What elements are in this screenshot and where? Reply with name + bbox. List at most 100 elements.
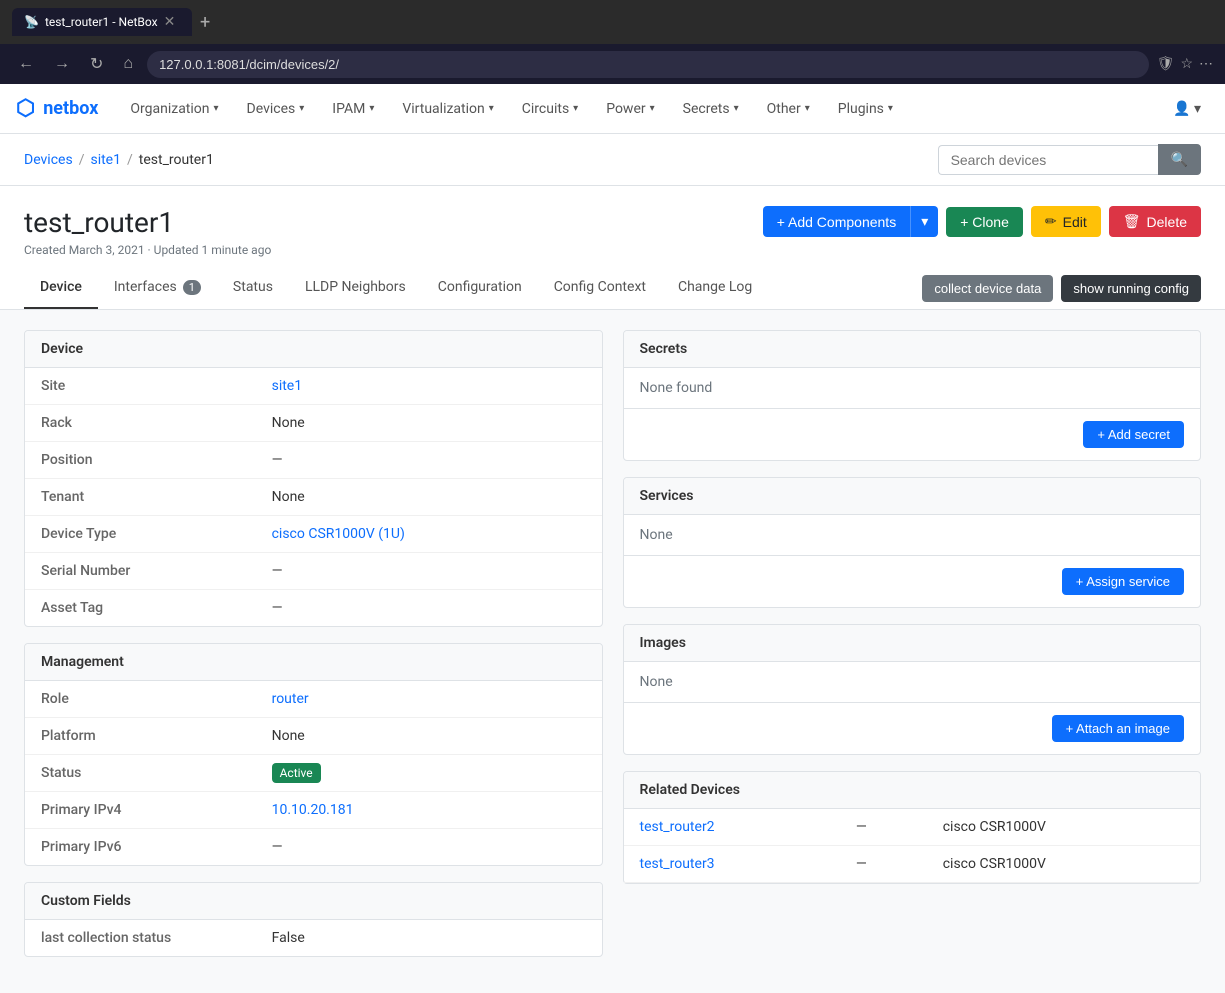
nav-circuits-link[interactable]: Circuits ▾ bbox=[510, 93, 590, 125]
browser-tab[interactable]: 📡 test_router1 - NetBox ✕ bbox=[12, 8, 192, 36]
nav-virtualization[interactable]: Virtualization ▾ bbox=[390, 93, 505, 125]
tab-device-label: Device bbox=[40, 279, 82, 295]
serial-number-label: Serial Number bbox=[25, 553, 256, 590]
tab-status[interactable]: Status bbox=[217, 267, 289, 309]
position-value: — bbox=[256, 442, 602, 479]
nav-other[interactable]: Other ▾ bbox=[755, 93, 822, 125]
add-secret-button[interactable]: + Add secret bbox=[1083, 421, 1184, 448]
forward-button[interactable]: → bbox=[48, 51, 76, 77]
right-column: Secrets None found + Add secret Services… bbox=[623, 330, 1202, 973]
tab-interfaces[interactable]: Interfaces 1 bbox=[98, 267, 217, 309]
add-components-dropdown[interactable]: ▾ bbox=[910, 206, 938, 237]
tab-lldp-label: LLDP Neighbors bbox=[305, 279, 406, 295]
nav-other-link[interactable]: Other ▾ bbox=[755, 93, 822, 125]
tab-interfaces-label: Interfaces bbox=[114, 279, 177, 295]
back-button[interactable]: ← bbox=[12, 51, 40, 77]
primary-ipv6-value: — bbox=[256, 829, 602, 866]
device-card-header: Device bbox=[25, 331, 602, 368]
show-running-config-button[interactable]: show running config bbox=[1061, 275, 1201, 302]
attach-image-button[interactable]: + Attach an image bbox=[1052, 715, 1184, 742]
address-bar[interactable] bbox=[147, 51, 1149, 78]
tab-close-button[interactable]: ✕ bbox=[164, 14, 176, 30]
edit-button[interactable]: ✏ Edit bbox=[1031, 206, 1101, 237]
nav-secrets[interactable]: Secrets ▾ bbox=[671, 93, 751, 125]
images-card-footer: + Attach an image bbox=[624, 702, 1201, 754]
nav-secrets-label: Secrets bbox=[683, 101, 730, 117]
secrets-card-body: None found bbox=[624, 368, 1201, 408]
delete-label: Delete bbox=[1147, 214, 1187, 230]
tenant-value: None bbox=[256, 479, 602, 516]
primary-ipv4-value[interactable]: 10.10.20.181 bbox=[272, 802, 354, 818]
attach-image-label: + Attach an image bbox=[1066, 721, 1170, 736]
table-row: Position — bbox=[25, 442, 602, 479]
delete-button[interactable]: 🗑 Delete bbox=[1109, 206, 1201, 237]
platform-label: Platform bbox=[25, 718, 256, 755]
table-row: Role router bbox=[25, 681, 602, 718]
site-value[interactable]: site1 bbox=[272, 378, 303, 394]
primary-ipv6-label: Primary IPv6 bbox=[25, 829, 256, 866]
related-device-2-name[interactable]: test_router3 bbox=[640, 856, 715, 872]
home-button[interactable]: ⌂ bbox=[117, 51, 139, 77]
delete-icon: 🗑 bbox=[1123, 213, 1141, 230]
breadcrumb-devices[interactable]: Devices bbox=[24, 152, 73, 168]
interfaces-badge: 1 bbox=[183, 280, 201, 295]
nav-plugins-link[interactable]: Plugins ▾ bbox=[826, 93, 905, 125]
shield-icon: 🛡 bbox=[1157, 56, 1175, 72]
nav-plugins[interactable]: Plugins ▾ bbox=[826, 93, 905, 125]
search-input[interactable] bbox=[938, 145, 1158, 175]
menu-icon[interactable]: ⋯ bbox=[1199, 56, 1213, 72]
nav-circuits[interactable]: Circuits ▾ bbox=[510, 93, 590, 125]
clone-button[interactable]: + Clone bbox=[946, 207, 1023, 237]
user-icon: 👤 ▾ bbox=[1173, 101, 1201, 117]
secrets-card-title: Secrets bbox=[640, 341, 688, 357]
nav-organization-label: Organization bbox=[130, 101, 209, 117]
table-row: test_router2 — cisco CSR1000V bbox=[624, 809, 1201, 846]
breadcrumb-site1[interactable]: site1 bbox=[90, 152, 121, 168]
images-none: None bbox=[624, 662, 1201, 702]
tab-change-log[interactable]: Change Log bbox=[662, 267, 768, 309]
clone-label: + Clone bbox=[960, 214, 1009, 230]
table-row: Tenant None bbox=[25, 479, 602, 516]
nav-devices[interactable]: Devices ▾ bbox=[235, 93, 317, 125]
nav-ipam[interactable]: IPAM ▾ bbox=[320, 93, 386, 125]
nav-organization[interactable]: Organization ▾ bbox=[118, 93, 230, 125]
nav-power[interactable]: Power ▾ bbox=[594, 93, 666, 125]
related-devices-body: test_router2 — cisco CSR1000V test_route… bbox=[624, 809, 1201, 883]
tab-lldp[interactable]: LLDP Neighbors bbox=[289, 267, 422, 309]
edit-icon: ✏ bbox=[1045, 213, 1057, 230]
search-button[interactable]: 🔍 bbox=[1158, 144, 1201, 175]
user-menu[interactable]: 👤 ▾ bbox=[1165, 93, 1209, 125]
role-value[interactable]: router bbox=[272, 691, 309, 707]
table-row: Rack None bbox=[25, 405, 602, 442]
breadcrumb-current: test_router1 bbox=[139, 152, 214, 168]
nav-devices-link[interactable]: Devices ▾ bbox=[235, 93, 317, 125]
navbar: ⬡ netbox Organization ▾ Devices ▾ IPAM ▾… bbox=[0, 84, 1225, 134]
device-type-value[interactable]: cisco CSR1000V (1U) bbox=[272, 526, 405, 542]
device-detail-table: Site site1 Rack None Position — Tenant N… bbox=[25, 368, 602, 626]
new-tab-button[interactable]: + bbox=[200, 12, 210, 33]
device-card: Device Site site1 Rack None Position — bbox=[24, 330, 603, 627]
related-device-1-name[interactable]: test_router2 bbox=[640, 819, 715, 835]
nav-secrets-link[interactable]: Secrets ▾ bbox=[671, 93, 751, 125]
nav-ipam-label: IPAM bbox=[332, 101, 365, 117]
custom-fields-body: last collection status False bbox=[25, 920, 602, 956]
collect-device-data-button[interactable]: collect device data bbox=[922, 275, 1053, 302]
custom-fields-title: Custom Fields bbox=[41, 893, 131, 909]
nav-power-link[interactable]: Power ▾ bbox=[594, 93, 666, 125]
add-components-button[interactable]: + Add Components bbox=[763, 206, 910, 237]
tab-device[interactable]: Device bbox=[24, 267, 98, 309]
secrets-nav-caret: ▾ bbox=[734, 103, 739, 114]
reload-button[interactable]: ↻ bbox=[84, 50, 109, 78]
page-header: test_router1 Created March 3, 2021 · Upd… bbox=[0, 186, 1225, 267]
assign-service-button[interactable]: + Assign service bbox=[1062, 568, 1184, 595]
brand-logo[interactable]: ⬡ netbox bbox=[16, 96, 98, 121]
secrets-none-found: None found bbox=[624, 368, 1201, 408]
rack-label: Rack bbox=[25, 405, 256, 442]
tab-configuration[interactable]: Configuration bbox=[422, 267, 538, 309]
bookmark-icon[interactable]: ☆ bbox=[1180, 56, 1193, 72]
tab-config-context[interactable]: Config Context bbox=[538, 267, 662, 309]
nav-organization-link[interactable]: Organization ▾ bbox=[118, 93, 230, 125]
nav-virtualization-link[interactable]: Virtualization ▾ bbox=[390, 93, 505, 125]
circuits-caret: ▾ bbox=[573, 103, 578, 114]
nav-ipam-link[interactable]: IPAM ▾ bbox=[320, 93, 386, 125]
